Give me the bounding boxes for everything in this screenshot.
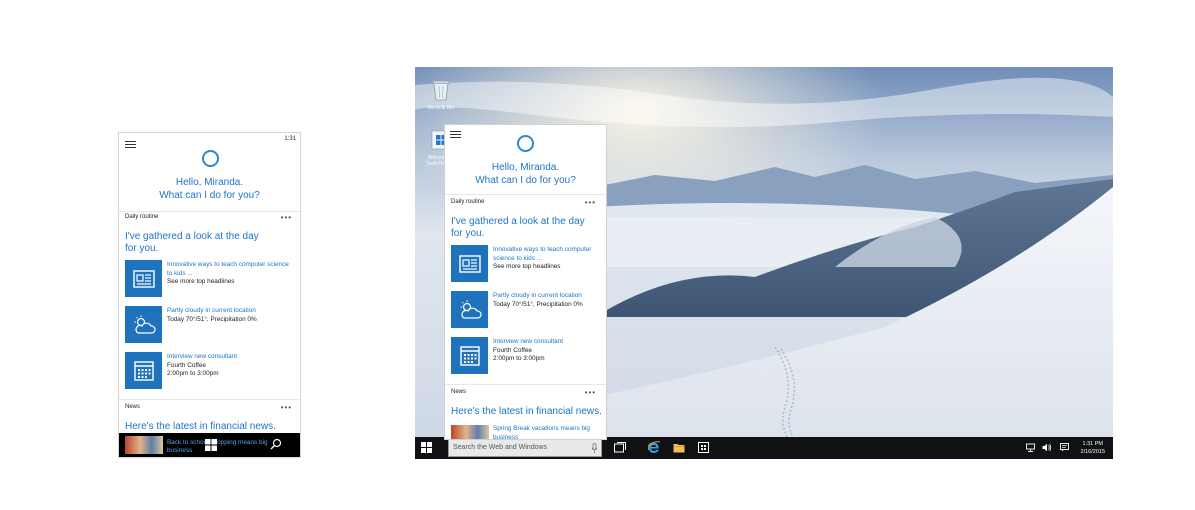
cortana-greeting: Hello, Miranda. What can I do for you?: [159, 177, 260, 201]
daily-routine-header: Daily routine: [125, 214, 159, 220]
internet-explorer-icon[interactable]: [648, 441, 660, 454]
weather-cloud-icon[interactable]: [125, 306, 162, 343]
hamburger-menu-icon[interactable]: [125, 141, 136, 149]
divider: [119, 399, 300, 400]
list-item[interactable]: Interview new consultant Fourth Coffee 2…: [493, 338, 603, 364]
daily-routine-title: I've gathered a look at the day for you.: [451, 216, 585, 239]
screenshot: 1:31 Hello, Miranda. What can I do for y…: [0, 0, 1195, 510]
list-item[interactable]: Partly cloudy in current location Today …: [493, 292, 605, 309]
phone-cortana-screen: 1:31 Hello, Miranda. What can I do for y…: [118, 132, 301, 458]
taskbar: Search the Web and Windows 1:31 PM 2/16/…: [415, 437, 1113, 459]
news-title: Here's the latest in financial news.: [451, 406, 602, 417]
news-header: News: [125, 404, 141, 410]
calendar-icon[interactable]: [451, 337, 488, 374]
news-thumbnail[interactable]: [451, 425, 489, 439]
news-item-link[interactable]: Back to school shopping means big busine…: [167, 439, 277, 455]
phone-nav-bar: Back to school shopping means big busine…: [119, 433, 300, 457]
status-time: 1:31: [284, 136, 296, 142]
start-windows-icon[interactable]: [421, 442, 432, 453]
network-icon[interactable]: [1026, 443, 1035, 452]
list-item[interactable]: Innovative ways to teach computer scienc…: [167, 261, 295, 287]
recycle-bin-icon[interactable]: Recycle Bin: [423, 79, 459, 111]
cortana-greeting: Hello, Miranda. What can I do for you?: [475, 162, 576, 186]
divider: [445, 384, 606, 385]
daily-routine-header: Daily routine: [451, 199, 485, 205]
task-view-icon[interactable]: [614, 442, 626, 453]
volume-icon[interactable]: [1042, 443, 1052, 452]
calendar-icon[interactable]: [125, 352, 162, 389]
weather-cloud-icon[interactable]: [451, 291, 488, 328]
list-item[interactable]: Interview new consultant Fourth Coffee 2…: [167, 353, 295, 379]
newspaper-icon[interactable]: [451, 245, 488, 282]
list-item[interactable]: Innovative ways to teach computer scienc…: [493, 246, 603, 272]
store-icon[interactable]: [698, 442, 709, 453]
more-options-icon[interactable]: •••: [281, 404, 292, 412]
cortana-icon[interactable]: [517, 135, 534, 152]
news-title: Here's the latest in financial news.: [125, 421, 276, 432]
more-options-icon[interactable]: •••: [281, 214, 292, 222]
newspaper-icon[interactable]: [125, 260, 162, 297]
microphone-icon[interactable]: [591, 443, 598, 454]
more-options-icon[interactable]: •••: [585, 199, 596, 207]
news-item[interactable]: Spring Break vacations means big busines…: [493, 425, 603, 439]
list-item[interactable]: Partly cloudy in current location Today …: [167, 307, 295, 324]
taskbar-search-input[interactable]: Search the Web and Windows: [448, 439, 602, 457]
search-icon[interactable]: [270, 438, 282, 450]
news-header: News: [451, 389, 467, 395]
divider: [119, 211, 300, 212]
cortana-panel: Hello, Miranda. What can I do for you? D…: [444, 124, 607, 440]
more-options-icon[interactable]: •••: [585, 389, 596, 397]
news-thumbnail[interactable]: [125, 436, 163, 454]
action-center-icon[interactable]: [1060, 443, 1069, 452]
hamburger-menu-icon[interactable]: [450, 131, 461, 139]
windows-logo-icon[interactable]: [205, 439, 217, 451]
cortana-icon[interactable]: [202, 150, 219, 167]
daily-routine-title: I've gathered a look at the day for you.: [125, 231, 259, 254]
divider: [445, 194, 606, 195]
file-explorer-icon[interactable]: [673, 442, 685, 453]
system-clock[interactable]: 1:31 PM 2/16/2015: [1081, 440, 1105, 456]
